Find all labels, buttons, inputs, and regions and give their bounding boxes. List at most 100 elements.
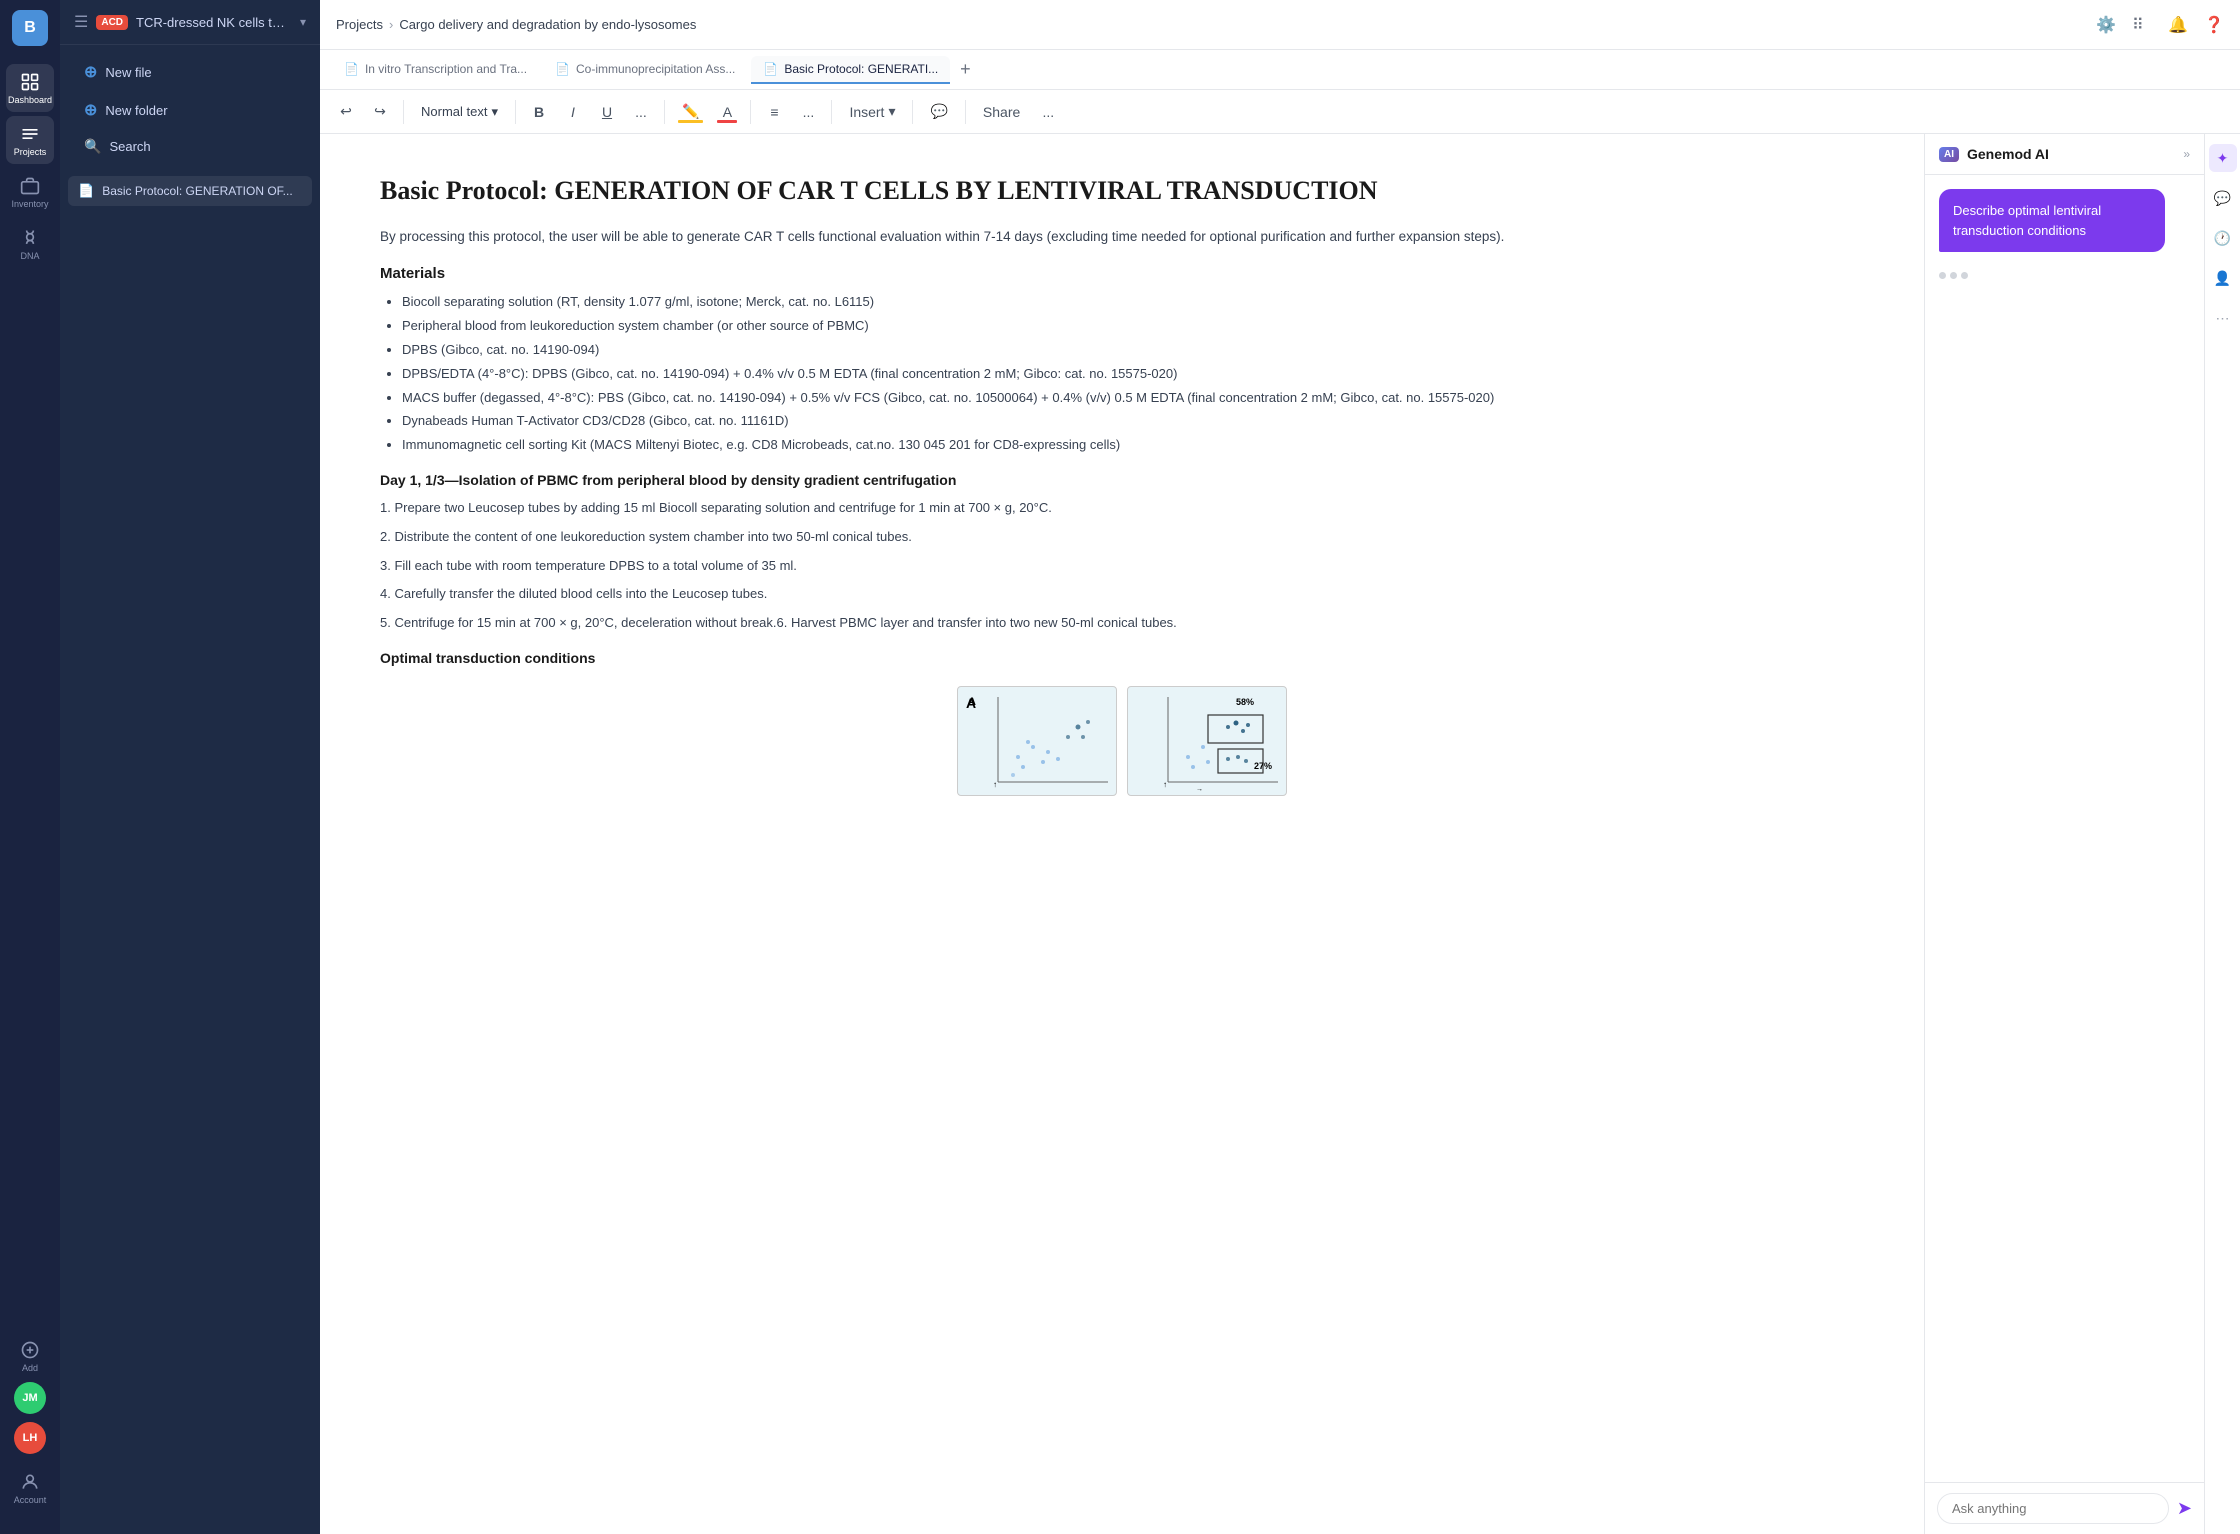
file-actions: ⊕ New file ⊕ New folder 🔍 Search <box>60 45 320 172</box>
main-area: Projects › Cargo delivery and degradatio… <box>320 0 2240 1534</box>
figure-chart-left: A <box>958 687 1117 796</box>
more-options-button[interactable]: ... <box>1034 99 1062 125</box>
document-intro: By processing this protocol, the user wi… <box>380 226 1864 248</box>
file-panel: ☰ ACD TCR-dressed NK cells to k... ▾ ⊕ N… <box>60 0 320 1534</box>
nav-bottom: JM LH Account <box>6 1382 54 1524</box>
right-strip-ai-icon[interactable]: ✦ <box>2209 144 2237 172</box>
insert-label: Insert <box>849 104 884 120</box>
sidebar-item-label-dashboard: Dashboard <box>8 95 52 105</box>
tab-0[interactable]: 📄 In vitro Transcription and Tra... <box>332 56 539 84</box>
text-color-icon: A <box>723 104 732 120</box>
document-title: Basic Protocol: GENERATION OF CAR T CELL… <box>380 174 1864 208</box>
toolbar-separator-7 <box>965 100 966 124</box>
tab-doc-icon-0: 📄 <box>344 62 359 76</box>
right-strip-user-icon[interactable]: 👤 <box>2209 264 2237 292</box>
avatar-jm[interactable]: JM <box>14 1382 46 1414</box>
top-bar-icons: ⚙️ ⠿ 🔔 ❓ <box>2096 15 2224 35</box>
sidebar-item-projects[interactable]: Projects <box>6 116 54 164</box>
insert-button[interactable]: Insert ▾ <box>841 98 903 125</box>
undo-button[interactable]: ↩ <box>332 98 360 125</box>
list-item: DPBS/EDTA (4°-8°C): DPBS (Gibco, cat. no… <box>402 364 1864 385</box>
document-content: Basic Protocol: GENERATION OF CAR T CELL… <box>320 134 1924 1534</box>
redo-button[interactable]: ↪ <box>366 98 394 125</box>
step-5: 5. Centrifuge for 15 min at 700 × g, 20°… <box>380 613 1864 634</box>
sidebar-item-inventory[interactable]: Inventory <box>6 168 54 216</box>
more-format-button[interactable]: ... <box>627 99 655 125</box>
svg-text:→: → <box>1196 786 1203 793</box>
optimal-heading: Optimal transduction conditions <box>380 650 1864 666</box>
figure-left: A A <box>957 686 1117 796</box>
app-logo: B <box>12 10 48 46</box>
steps-list: 1. Prepare two Leucosep tubes by adding … <box>380 498 1864 634</box>
italic-button[interactable]: I <box>559 99 587 125</box>
tab-label-2: Basic Protocol: GENERATI... <box>784 62 938 76</box>
file-item-name: Basic Protocol: GENERATION OF... <box>102 184 293 198</box>
step-2: 2. Distribute the content of one leukore… <box>380 527 1864 548</box>
settings-icon[interactable]: ⚙️ <box>2096 15 2116 35</box>
project-title: TCR-dressed NK cells to k... <box>136 15 292 30</box>
text-color-bar <box>717 120 737 123</box>
new-folder-label: New folder <box>105 103 167 118</box>
tab-doc-icon-2: 📄 <box>763 62 778 76</box>
insert-chevron: ▾ <box>888 103 895 120</box>
sidebar-item-label-projects: Projects <box>14 147 47 157</box>
figure-chart-right: 58% 27% ↑ <box>1128 687 1287 796</box>
materials-list: Biocoll separating solution (RT, density… <box>380 292 1864 456</box>
ai-panel: AI Genemod AI » Describe optimal lentivi… <box>1924 134 2204 1534</box>
share-button[interactable]: Share <box>975 99 1028 125</box>
tab-add-button[interactable]: + <box>954 59 977 80</box>
svg-text:27%: 27% <box>1254 761 1272 771</box>
ai-typing-indicator <box>1939 264 2190 287</box>
sidebar-item-dna[interactable]: DNA <box>6 220 54 268</box>
align-button[interactable]: ≡ <box>760 99 788 125</box>
search-icon: 🔍 <box>84 138 101 155</box>
ai-main: Describe optimal lentiviral transduction… <box>1925 175 2204 1534</box>
chevron-down-icon[interactable]: ▾ <box>300 15 306 29</box>
right-strip-more-icon[interactable]: ⋯ <box>2209 304 2237 332</box>
ai-send-button[interactable]: ➤ <box>2177 1498 2192 1519</box>
right-strip-history-icon[interactable]: 🕐 <box>2209 224 2237 252</box>
text-style-dropdown[interactable]: Normal text ▾ <box>413 100 506 124</box>
tabs-bar: 📄 In vitro Transcription and Tra... 📄 Co… <box>320 50 2240 90</box>
figure-area: A A <box>380 686 1864 801</box>
help-icon[interactable]: ❓ <box>2204 15 2224 35</box>
sidebar-item-add[interactable]: Add <box>6 1332 54 1380</box>
ai-input[interactable] <box>1937 1493 2169 1524</box>
underline-button[interactable]: U <box>593 99 621 125</box>
file-item[interactable]: 📄 Basic Protocol: GENERATION OF... <box>68 176 312 206</box>
sidebar-item-account[interactable]: Account <box>6 1464 54 1512</box>
toolbar-separator-2 <box>515 100 516 124</box>
highlight-button[interactable]: ✏️ <box>674 98 707 125</box>
tab-2[interactable]: 📄 Basic Protocol: GENERATI... <box>751 56 950 84</box>
hamburger-icon[interactable]: ☰ <box>74 12 88 32</box>
toolbar: ↩ ↪ Normal text ▾ B I U ... ✏️ A ≡ ... I… <box>320 90 2240 134</box>
text-style-label: Normal text <box>421 104 487 119</box>
new-file-button[interactable]: ⊕ New file <box>74 55 306 89</box>
text-color-button[interactable]: A <box>713 99 741 125</box>
left-navigation: B Dashboard Projects Inventory DNA Add J… <box>0 0 60 1534</box>
list-item: Biocoll separating solution (RT, density… <box>402 292 1864 313</box>
new-folder-button[interactable]: ⊕ New folder <box>74 93 306 127</box>
notification-icon[interactable]: 🔔 <box>2168 15 2188 35</box>
folder-plus-icon: ⊕ <box>84 100 97 120</box>
ai-expand-button[interactable]: » <box>2183 147 2190 161</box>
breadcrumb-separator: › <box>389 17 393 32</box>
tab-1[interactable]: 📄 Co-immunoprecipitation Ass... <box>543 56 747 84</box>
file-list: 📄 Basic Protocol: GENERATION OF... <box>60 172 320 210</box>
bold-button[interactable]: B <box>525 99 553 125</box>
breadcrumb-projects[interactable]: Projects <box>336 17 383 32</box>
more-align-button[interactable]: ... <box>794 99 822 125</box>
svg-text:↑: ↑ <box>1163 780 1167 789</box>
grid-icon[interactable]: ⠿ <box>2132 15 2152 35</box>
avatar-lh[interactable]: LH <box>14 1422 46 1454</box>
toolbar-separator-6 <box>912 100 913 124</box>
plus-icon: ⊕ <box>84 62 97 82</box>
search-label: Search <box>109 139 150 154</box>
right-strip-chat-icon[interactable]: 💬 <box>2209 184 2237 212</box>
comment-button[interactable]: 💬 <box>922 98 955 125</box>
breadcrumb: Projects › Cargo delivery and degradatio… <box>336 17 696 32</box>
sidebar-item-label-inventory: Inventory <box>11 199 48 209</box>
ai-input-area: ➤ <box>1925 1482 2204 1534</box>
sidebar-item-dashboard[interactable]: Dashboard <box>6 64 54 112</box>
search-button[interactable]: 🔍 Search <box>74 131 306 162</box>
